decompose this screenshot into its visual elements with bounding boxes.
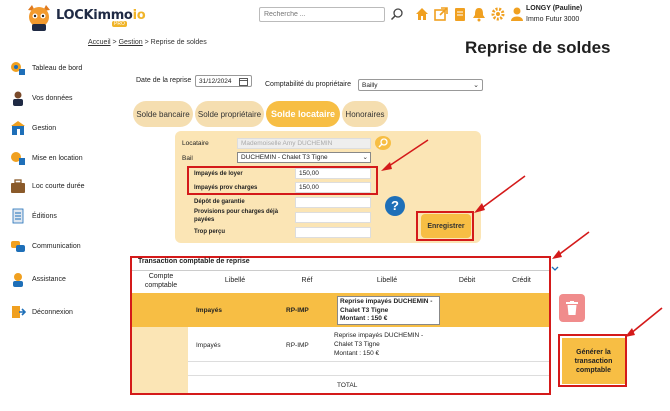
- user-profile-icon[interactable]: [509, 6, 525, 22]
- sidebar-item-editions[interactable]: Éditions: [10, 206, 120, 226]
- depot-input[interactable]: [295, 197, 371, 208]
- tab-solde-bancaire[interactable]: Solde bancaire: [133, 101, 193, 127]
- sidebar-item-dashboard[interactable]: Tableau de bord: [10, 58, 120, 78]
- trop-percu-label: Trop perçu: [194, 229, 226, 235]
- user-icon: [13, 91, 23, 106]
- provisions-input[interactable]: [295, 212, 371, 223]
- cat-mascot-icon: [28, 5, 50, 31]
- annotation-arrow: [625, 307, 663, 337]
- chevron-down-icon[interactable]: [551, 266, 559, 272]
- breadcrumb-gestion[interactable]: Gestion: [119, 39, 143, 46]
- bail-label: Bail: [182, 155, 193, 162]
- table-row-left: [132, 327, 188, 361]
- user-name: LONGY (Pauline): [526, 5, 583, 12]
- sidebar-item-vos-donnees[interactable]: Vos données: [10, 88, 120, 108]
- annotation-arrow: [552, 231, 590, 259]
- row-libelle2: Reprise impayés DUCHEMIN - Chalet T3 Tig…: [334, 332, 424, 357]
- dashboard-icon: [11, 62, 25, 75]
- row-libelle-textarea[interactable]: Reprise impayés DUCHEMIN - Chalet T3 Tig…: [337, 296, 440, 325]
- gestion-icon: [11, 121, 25, 135]
- sidebar-item-loc-courte-duree[interactable]: Loc courte durée: [10, 176, 120, 196]
- column-header-credit[interactable]: Crédit: [494, 271, 549, 293]
- trash-icon: [566, 301, 578, 315]
- user-company: Immo Futur 3000: [526, 16, 580, 23]
- tab-solde-proprietaire[interactable]: Solde propriétaire: [195, 101, 264, 127]
- suitcase-icon: [11, 179, 25, 193]
- chevron-down-icon: ⌄: [362, 154, 368, 161]
- column-header-libelle[interactable]: Libellé: [190, 271, 280, 293]
- column-header-ref[interactable]: Réf: [282, 271, 332, 293]
- document-icon: [12, 208, 24, 224]
- row-ref: RP-IMP: [286, 307, 309, 314]
- column-header-libelle2[interactable]: Libellé: [334, 271, 440, 293]
- help-button[interactable]: ?: [385, 196, 405, 216]
- breadcrumb-current: Reprise de soldes: [150, 39, 207, 46]
- rental-icon: [11, 152, 25, 165]
- gear-icon[interactable]: [490, 6, 506, 22]
- table-row-left: [132, 361, 188, 375]
- row-libelle: Impayés: [196, 307, 223, 314]
- column-header-compte[interactable]: Compte comptable: [134, 271, 188, 293]
- annotation-box-impayes: [187, 166, 378, 195]
- chat-icon: [11, 241, 25, 252]
- sidebar-item-communication[interactable]: Communication: [10, 236, 120, 256]
- user-info[interactable]: LONGY (Pauline) Immo Futur 3000: [526, 3, 582, 25]
- total-label: TOTAL: [337, 382, 358, 389]
- sidebar-item-mise-en-location[interactable]: Mise en location: [10, 148, 120, 168]
- row-libelle: Impayés: [196, 342, 221, 349]
- sidebar-item-gestion[interactable]: Gestion: [10, 118, 120, 138]
- generate-transaction-button[interactable]: Générer la transaction comptable: [562, 338, 625, 384]
- tab-solde-locataire[interactable]: Solde locataire: [266, 101, 340, 127]
- search-input[interactable]: [259, 7, 385, 22]
- documents-icon[interactable]: [452, 6, 468, 22]
- compta-label: Comptabilité du propriétaire: [265, 81, 351, 88]
- chevron-down-icon: ⌄: [473, 82, 479, 89]
- annotation-box-save: [416, 211, 474, 241]
- column-header-debit[interactable]: Débit: [442, 271, 492, 293]
- depot-label: Dépôt de garantie: [194, 199, 245, 205]
- locataire-label: Locataire: [182, 140, 209, 147]
- delete-button[interactable]: [559, 294, 585, 322]
- support-icon: [13, 273, 23, 287]
- search-icon[interactable]: [390, 7, 404, 21]
- tab-honoraires[interactable]: Honoraires: [342, 101, 388, 127]
- compta-select[interactable]: Bailly ⌄: [358, 79, 483, 91]
- date-field[interactable]: 31/12/2024: [195, 75, 252, 87]
- bell-icon[interactable]: [471, 6, 487, 22]
- trop-percu-input[interactable]: [295, 227, 371, 238]
- table-row-left: [132, 375, 188, 393]
- annotation-arrow: [381, 139, 429, 171]
- date-label: Date de la reprise: [136, 77, 192, 84]
- logo[interactable]: LOCKimmoio PRO: [8, 2, 146, 32]
- breadcrumb-home[interactable]: Accueil: [88, 39, 111, 46]
- page-title: Reprise de soldes: [465, 38, 611, 57]
- sidebar-item-deconnexion[interactable]: Déconnexion: [10, 302, 120, 322]
- row-ref: RP-IMP: [286, 342, 309, 349]
- logo-badge: PRO: [112, 21, 127, 27]
- home-icon[interactable]: [414, 6, 430, 22]
- annotation-arrow: [474, 175, 526, 213]
- external-link-icon[interactable]: [433, 6, 449, 22]
- logo-text: LOCKimmoio: [56, 8, 146, 23]
- locataire-select[interactable]: Mademoiselle Amy DUCHEMIN: [237, 138, 371, 149]
- logout-icon: [12, 306, 26, 318]
- sidebar-item-assistance[interactable]: Assistance: [10, 269, 120, 289]
- provisions-label: Provisions pour charges déjà payées: [194, 209, 279, 223]
- breadcrumb: Accueil > Gestion > Reprise de soldes: [88, 39, 207, 46]
- table-title: Transaction comptable de reprise: [138, 258, 250, 265]
- calendar-icon[interactable]: [239, 77, 248, 86]
- bail-select[interactable]: DUCHEMIN - Chalet T3 Tigne ⌄: [237, 152, 371, 163]
